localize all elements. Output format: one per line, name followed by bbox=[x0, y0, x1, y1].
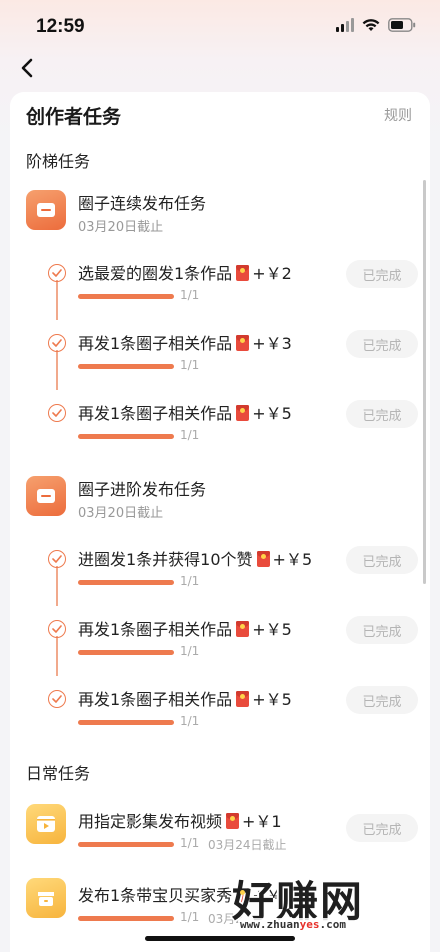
progress-text: 1/1 bbox=[180, 644, 200, 658]
task-label: 用指定影集发布视频 +￥1 bbox=[78, 808, 282, 832]
rules-link[interactable]: 规则 bbox=[384, 105, 412, 125]
daily-task-row: 发布1条带宝贝买家秀 +￥2 1/1 03月2 bbox=[10, 882, 430, 942]
check-circle-icon bbox=[48, 264, 66, 282]
task-row: 进圈发1条并获得10个赞 +￥5 1/1 已完成 bbox=[10, 546, 430, 606]
task-text: 再发1条圈子相关作品 bbox=[78, 690, 233, 709]
progress-bar bbox=[78, 916, 174, 921]
task-label: 再发1条圈子相关作品 +￥5 bbox=[78, 686, 292, 710]
task-text: 再发1条圈子相关作品 bbox=[78, 404, 233, 423]
check-circle-icon bbox=[48, 404, 66, 422]
completed-button[interactable]: 已完成 bbox=[346, 330, 418, 358]
battery-icon bbox=[388, 18, 416, 32]
check-circle-icon bbox=[48, 690, 66, 708]
card-title: 创作者任务 bbox=[26, 106, 122, 128]
home-indicator[interactable] bbox=[145, 936, 295, 941]
task-row: 再发1条圈子相关作品 +￥5 1/1 已完成 bbox=[10, 400, 430, 460]
group-icon bbox=[26, 190, 66, 230]
task-reward: +￥5 bbox=[252, 404, 292, 423]
progress-bar bbox=[78, 720, 174, 725]
red-packet-icon bbox=[236, 335, 250, 351]
task-reward: +￥2 bbox=[252, 264, 292, 283]
watermark-url: www.zhuanyes.com bbox=[238, 918, 348, 931]
task-row: 再发1条圈子相关作品 +￥5 1/1 已完成 bbox=[10, 616, 430, 676]
task-text: 发布1条带宝贝买家秀 bbox=[78, 886, 233, 905]
red-packet-icon bbox=[236, 621, 250, 637]
completed-button[interactable]: 已完成 bbox=[346, 260, 418, 288]
task-label: 选最爱的圈发1条作品 +￥2 bbox=[78, 260, 292, 284]
group-title: 圈子连续发布任务 bbox=[78, 194, 207, 213]
progress-bar bbox=[78, 434, 174, 439]
progress-text: 1/1 bbox=[180, 574, 200, 588]
task-reward: +￥5 bbox=[272, 550, 313, 569]
task-text: 进圈发1条并获得10个赞 bbox=[78, 550, 253, 569]
group-deadline: 03月20日截止 bbox=[78, 506, 164, 521]
status-time: 12:59 bbox=[36, 16, 85, 37]
red-packet-icon bbox=[236, 691, 250, 707]
red-packet-icon bbox=[236, 265, 250, 281]
progress-bar bbox=[78, 580, 174, 585]
progress-text: 1/1 bbox=[180, 714, 200, 728]
progress-bar bbox=[78, 294, 174, 299]
progress-text: 1/1 bbox=[180, 428, 200, 442]
completed-button[interactable]: 已完成 bbox=[346, 616, 418, 644]
progress-bar bbox=[78, 842, 174, 847]
group-deadline: 03月20日截止 bbox=[78, 220, 164, 235]
completed-button[interactable]: 已完成 bbox=[346, 546, 418, 574]
completed-button[interactable]: 已完成 bbox=[346, 400, 418, 428]
check-circle-icon bbox=[48, 620, 66, 638]
red-packet-icon bbox=[256, 551, 270, 567]
task-label: 再发1条圈子相关作品 +￥5 bbox=[78, 616, 292, 640]
task-text: 再发1条圈子相关作品 bbox=[78, 620, 233, 639]
task-row: 再发1条圈子相关作品 +￥3 1/1 已完成 bbox=[10, 330, 430, 390]
red-packet-icon bbox=[236, 405, 250, 421]
section-title-daily: 日常任务 bbox=[26, 764, 91, 783]
task-reward: +￥3 bbox=[252, 334, 292, 353]
cellular-signal-icon bbox=[336, 18, 354, 32]
document-icon bbox=[37, 203, 55, 217]
task-text: 选最爱的圈发1条作品 bbox=[78, 264, 233, 283]
task-row: 再发1条圈子相关作品 +￥5 1/1 已完成 bbox=[10, 686, 430, 746]
progress-text: 1/1 bbox=[180, 836, 200, 850]
progress-bar bbox=[78, 364, 174, 369]
progress-text: 1/1 bbox=[180, 358, 200, 372]
task-text: 用指定影集发布视频 bbox=[78, 812, 223, 831]
progress-text: 1/1 bbox=[180, 910, 200, 924]
status-icons bbox=[336, 18, 416, 32]
group-icon bbox=[26, 476, 66, 516]
task-deadline: 03月24日截止 bbox=[208, 838, 287, 852]
progress-text: 1/1 bbox=[180, 288, 200, 302]
daily-task-row: 用指定影集发布视频 +￥1 1/1 03月24日截止 已完成 bbox=[10, 808, 430, 868]
check-circle-icon bbox=[48, 550, 66, 568]
task-reward: +￥1 bbox=[242, 812, 282, 831]
task-row: 选最爱的圈发1条作品 +￥2 1/1 已完成 bbox=[10, 260, 430, 320]
task-label: 进圈发1条并获得10个赞 +￥5 bbox=[78, 546, 312, 570]
back-button[interactable] bbox=[14, 54, 42, 82]
section-title-ladder: 阶梯任务 bbox=[26, 152, 91, 171]
check-circle-icon bbox=[48, 334, 66, 352]
completed-button[interactable]: 已完成 bbox=[346, 686, 418, 714]
red-packet-icon bbox=[226, 813, 240, 829]
task-text: 再发1条圈子相关作品 bbox=[78, 334, 233, 353]
status-bar: 12:59 bbox=[0, 0, 440, 56]
task-label: 再发1条圈子相关作品 +￥3 bbox=[78, 330, 292, 354]
progress-bar bbox=[78, 650, 174, 655]
creator-tasks-card: 创作者任务 规则 阶梯任务 圈子连续发布任务 03月20日截止 选最爱的圈发1条… bbox=[10, 92, 430, 952]
document-icon bbox=[37, 489, 55, 503]
task-reward: +￥5 bbox=[252, 690, 292, 709]
completed-button[interactable]: 已完成 bbox=[346, 814, 418, 842]
group-title: 圈子进阶发布任务 bbox=[78, 480, 207, 499]
wifi-icon bbox=[362, 18, 380, 32]
task-label: 再发1条圈子相关作品 +￥5 bbox=[78, 400, 292, 424]
task-reward: +￥5 bbox=[252, 620, 292, 639]
chevron-left-icon bbox=[21, 58, 33, 78]
